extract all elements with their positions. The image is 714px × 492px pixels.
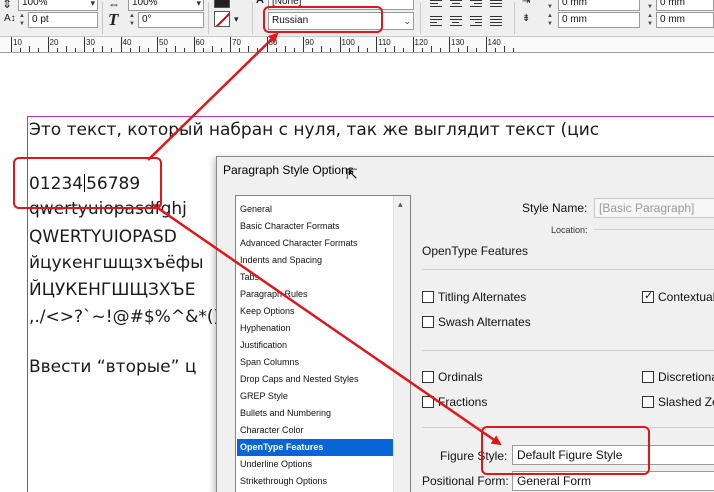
annotation-arrows — [147, 32, 502, 446]
screenshot-root: ⇕ 100% ▾ A↕ ▲ ▼ 0 pt ⇔ 100% ▾ T ▲ ▼ 0° ▾ A… — [0, 0, 714, 492]
arrow-to-language — [147, 32, 279, 161]
arrow-to-figure-style — [151, 202, 502, 446]
